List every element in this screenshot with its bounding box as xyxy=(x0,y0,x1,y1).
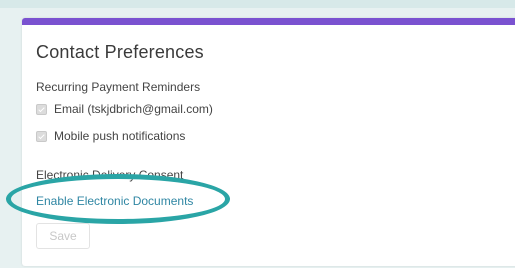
email-checkbox[interactable] xyxy=(36,103,47,115)
push-checkbox[interactable] xyxy=(36,130,47,142)
enable-electronic-documents-link[interactable]: Enable Electronic Documents xyxy=(36,194,193,208)
email-option[interactable]: Email (tskjdbrich@gmail.com) xyxy=(36,102,213,116)
card-accent-bar xyxy=(22,18,515,25)
push-option-label: Mobile push notifications xyxy=(54,129,186,143)
top-strip xyxy=(0,0,515,8)
card-title: Contact Preferences xyxy=(36,42,204,62)
save-button[interactable]: Save xyxy=(36,223,90,249)
electronic-delivery-consent-label: Electronic Delivery Consent xyxy=(36,168,184,182)
email-option-label: Email (tskjdbrich@gmail.com) xyxy=(54,102,213,116)
contact-preferences-card: Contact Preferences Recurring Payment Re… xyxy=(22,18,515,266)
recurring-payment-reminders-label: Recurring Payment Reminders xyxy=(36,80,201,94)
push-option[interactable]: Mobile push notifications xyxy=(36,129,185,143)
